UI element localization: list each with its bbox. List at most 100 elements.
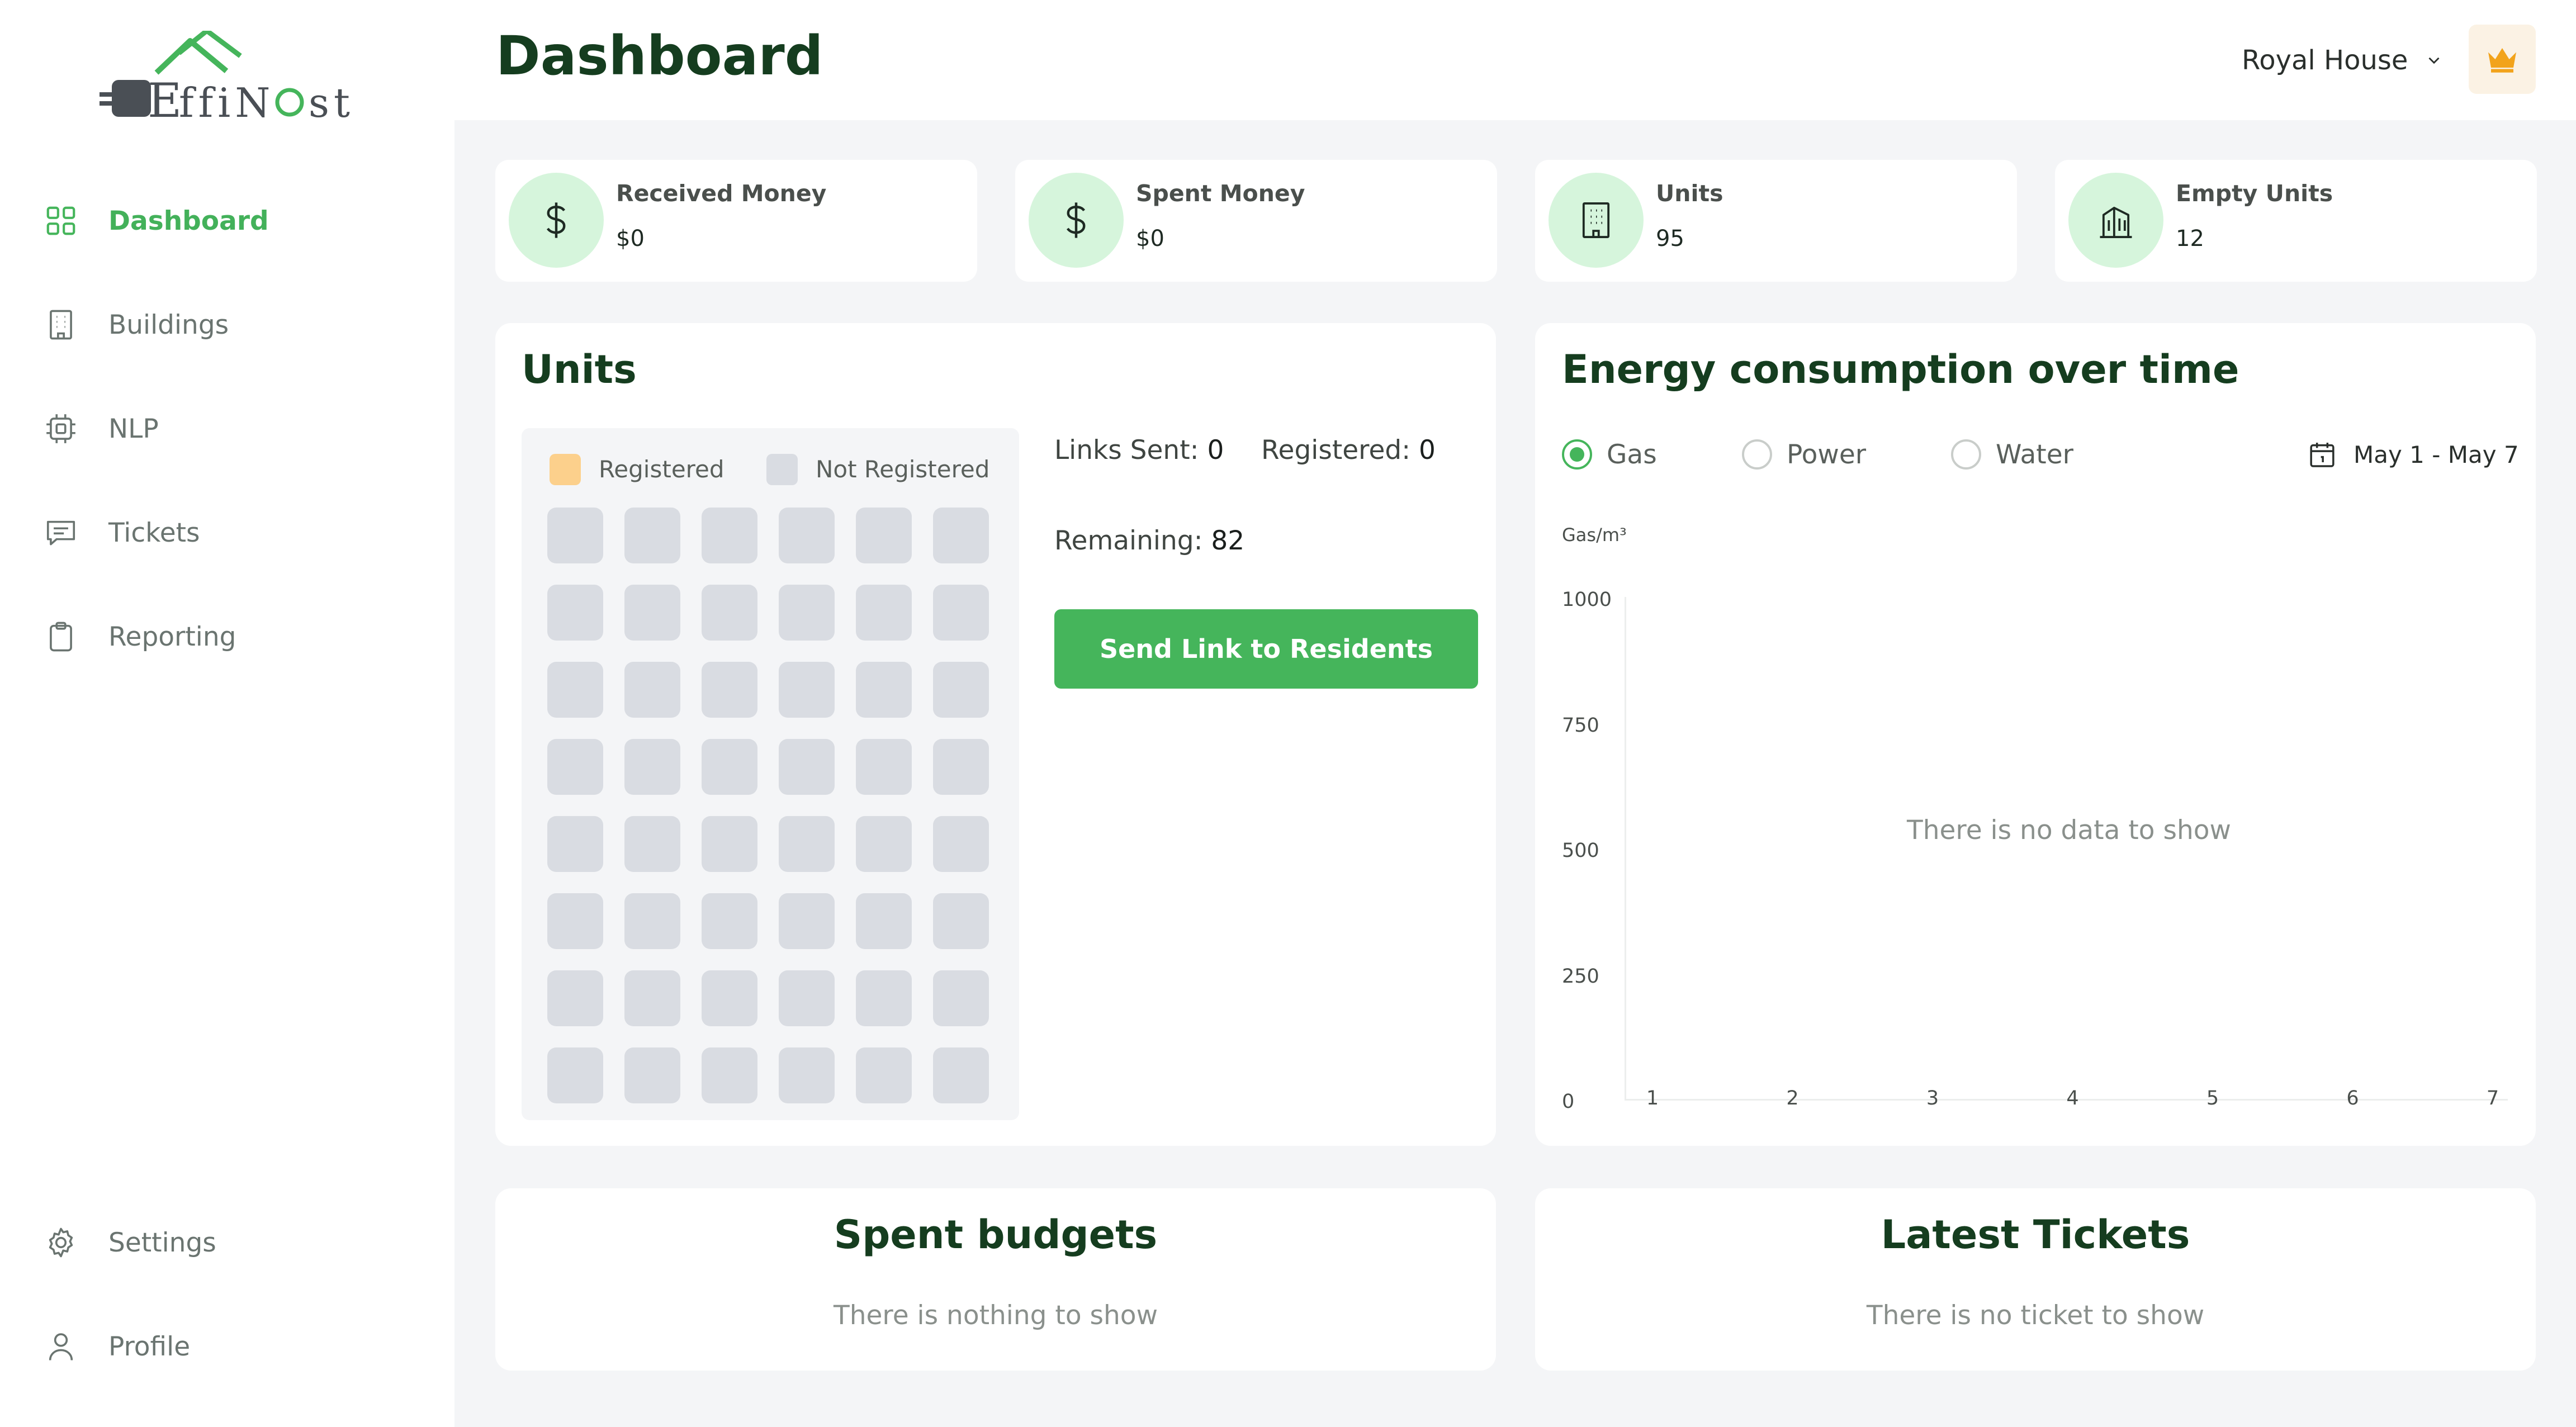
unit-cell[interactable]	[856, 662, 912, 718]
links-sent-value: 0	[1207, 435, 1224, 466]
unit-cell[interactable]	[624, 1047, 680, 1103]
unit-cell[interactable]	[624, 893, 680, 949]
unit-cell[interactable]	[547, 508, 603, 563]
send-link-button[interactable]: Send Link to Residents	[1054, 609, 1478, 689]
unit-cell[interactable]	[933, 816, 989, 872]
latest-tickets-title: Latest Tickets	[1881, 1212, 2190, 1258]
radio-button	[1562, 439, 1592, 470]
radio-water[interactable]: Water	[1951, 435, 2073, 474]
y-axis-line	[1625, 597, 1626, 1100]
unit-cell[interactable]	[702, 893, 757, 949]
radio-gas[interactable]: Gas	[1562, 435, 1657, 474]
calendar-icon	[2310, 443, 2334, 467]
unit-cell[interactable]	[624, 739, 680, 795]
radio-button	[1951, 439, 1981, 470]
date-range-picker[interactable]: May 1 - May 7	[2307, 435, 2519, 474]
legend-registered-swatch	[550, 454, 581, 485]
radio-label: Water	[1996, 439, 2073, 470]
unit-cell[interactable]	[856, 970, 912, 1026]
unit-cell[interactable]	[933, 970, 989, 1026]
stat-icon-circle	[1029, 173, 1124, 268]
unit-cell[interactable]	[624, 508, 680, 563]
unit-cell[interactable]	[933, 893, 989, 949]
stat-icon-circle	[2068, 173, 2163, 268]
chip-icon	[44, 411, 78, 446]
unit-cell[interactable]	[547, 585, 603, 641]
premium-button[interactable]	[2469, 25, 2536, 94]
unit-cell[interactable]	[856, 816, 912, 872]
chevron-down-icon	[2428, 57, 2440, 64]
units-panel: Units Registered Not Registered Links Se…	[495, 323, 1496, 1146]
radio-label: Power	[1787, 439, 1867, 470]
sidebar-item-label: NLP	[108, 413, 159, 444]
sidebar-item-profile[interactable]: Profile	[44, 1316, 190, 1377]
unit-cell[interactable]	[702, 662, 757, 718]
unit-cell[interactable]	[779, 1047, 835, 1103]
spent-budgets-panel: Spent budgets There is nothing to show	[495, 1188, 1496, 1371]
unit-cell[interactable]	[779, 662, 835, 718]
unit-cell[interactable]	[624, 816, 680, 872]
sidebar: E ffiN st Dashboard Buildings NLP Ticket…	[0, 0, 454, 1427]
unit-cell[interactable]	[702, 739, 757, 795]
unit-cell[interactable]	[624, 662, 680, 718]
sidebar-item-nlp[interactable]: NLP	[44, 398, 159, 459]
radio-power[interactable]: Power	[1742, 435, 1866, 474]
y-tick-label: 500	[1562, 840, 1599, 862]
unit-cell[interactable]	[547, 662, 603, 718]
unit-cell[interactable]	[702, 1047, 757, 1103]
unit-cell[interactable]	[933, 739, 989, 795]
unit-cell[interactable]	[856, 508, 912, 563]
remaining-stat: Remaining: 82	[1054, 525, 1244, 556]
registered-label: Registered:	[1261, 435, 1411, 466]
unit-cell[interactable]	[624, 970, 680, 1026]
unit-cell[interactable]	[624, 585, 680, 641]
unit-cell[interactable]	[933, 662, 989, 718]
unit-cell[interactable]	[547, 1047, 603, 1103]
unit-cell[interactable]	[933, 508, 989, 563]
sidebar-item-buildings[interactable]: Buildings	[44, 294, 229, 355]
unit-cell[interactable]	[702, 508, 757, 563]
unit-cell[interactable]	[547, 816, 603, 872]
organization-select[interactable]: Royal House	[2242, 39, 2444, 81]
unit-cell[interactable]	[702, 585, 757, 641]
unit-cell[interactable]	[702, 816, 757, 872]
legend-not-registered-swatch	[766, 454, 798, 485]
links-sent-stat: Links Sent: 0	[1054, 435, 1224, 466]
unit-cell[interactable]	[779, 585, 835, 641]
organization-name: Royal House	[2242, 44, 2408, 76]
unit-cell[interactable]	[933, 585, 989, 641]
unit-cell[interactable]	[856, 585, 912, 641]
units-panel-title: Units	[522, 347, 637, 392]
sidebar-item-tickets[interactable]: Tickets	[44, 502, 200, 563]
stat-value: 95	[1656, 226, 1684, 252]
spent-budgets-title: Spent budgets	[834, 1212, 1158, 1258]
unit-cell[interactable]	[856, 1047, 912, 1103]
unit-cell[interactable]	[933, 1047, 989, 1103]
gear-icon	[44, 1225, 78, 1260]
sidebar-item-label: Reporting	[108, 621, 236, 652]
unit-cell[interactable]	[856, 893, 912, 949]
sidebar-item-reporting[interactable]: Reporting	[44, 606, 236, 667]
unit-cell[interactable]	[779, 893, 835, 949]
dollar-icon	[1066, 202, 1086, 238]
stat-title: Units	[1656, 180, 1723, 207]
unit-cell[interactable]	[779, 508, 835, 563]
unit-cell[interactable]	[547, 970, 603, 1026]
unit-cell[interactable]	[547, 893, 603, 949]
unit-cell[interactable]	[779, 816, 835, 872]
stat-title: Received Money	[616, 180, 827, 207]
unit-cell[interactable]	[702, 970, 757, 1026]
effinest-logo[interactable]: E ffiN st	[95, 28, 363, 131]
svg-text:st: st	[309, 79, 354, 126]
stat-icon-circle	[509, 173, 604, 268]
unit-cell[interactable]	[547, 739, 603, 795]
sidebar-item-dashboard[interactable]: Dashboard	[44, 190, 269, 252]
unit-cell[interactable]	[779, 970, 835, 1026]
legend-registered-label: Registered	[599, 456, 724, 483]
unit-cell[interactable]	[779, 739, 835, 795]
sidebar-item-settings[interactable]: Settings	[44, 1212, 216, 1273]
stat-value: 12	[2176, 226, 2204, 252]
unit-cell[interactable]	[856, 739, 912, 795]
stat-value: $0	[616, 226, 645, 252]
message-icon	[44, 515, 78, 550]
